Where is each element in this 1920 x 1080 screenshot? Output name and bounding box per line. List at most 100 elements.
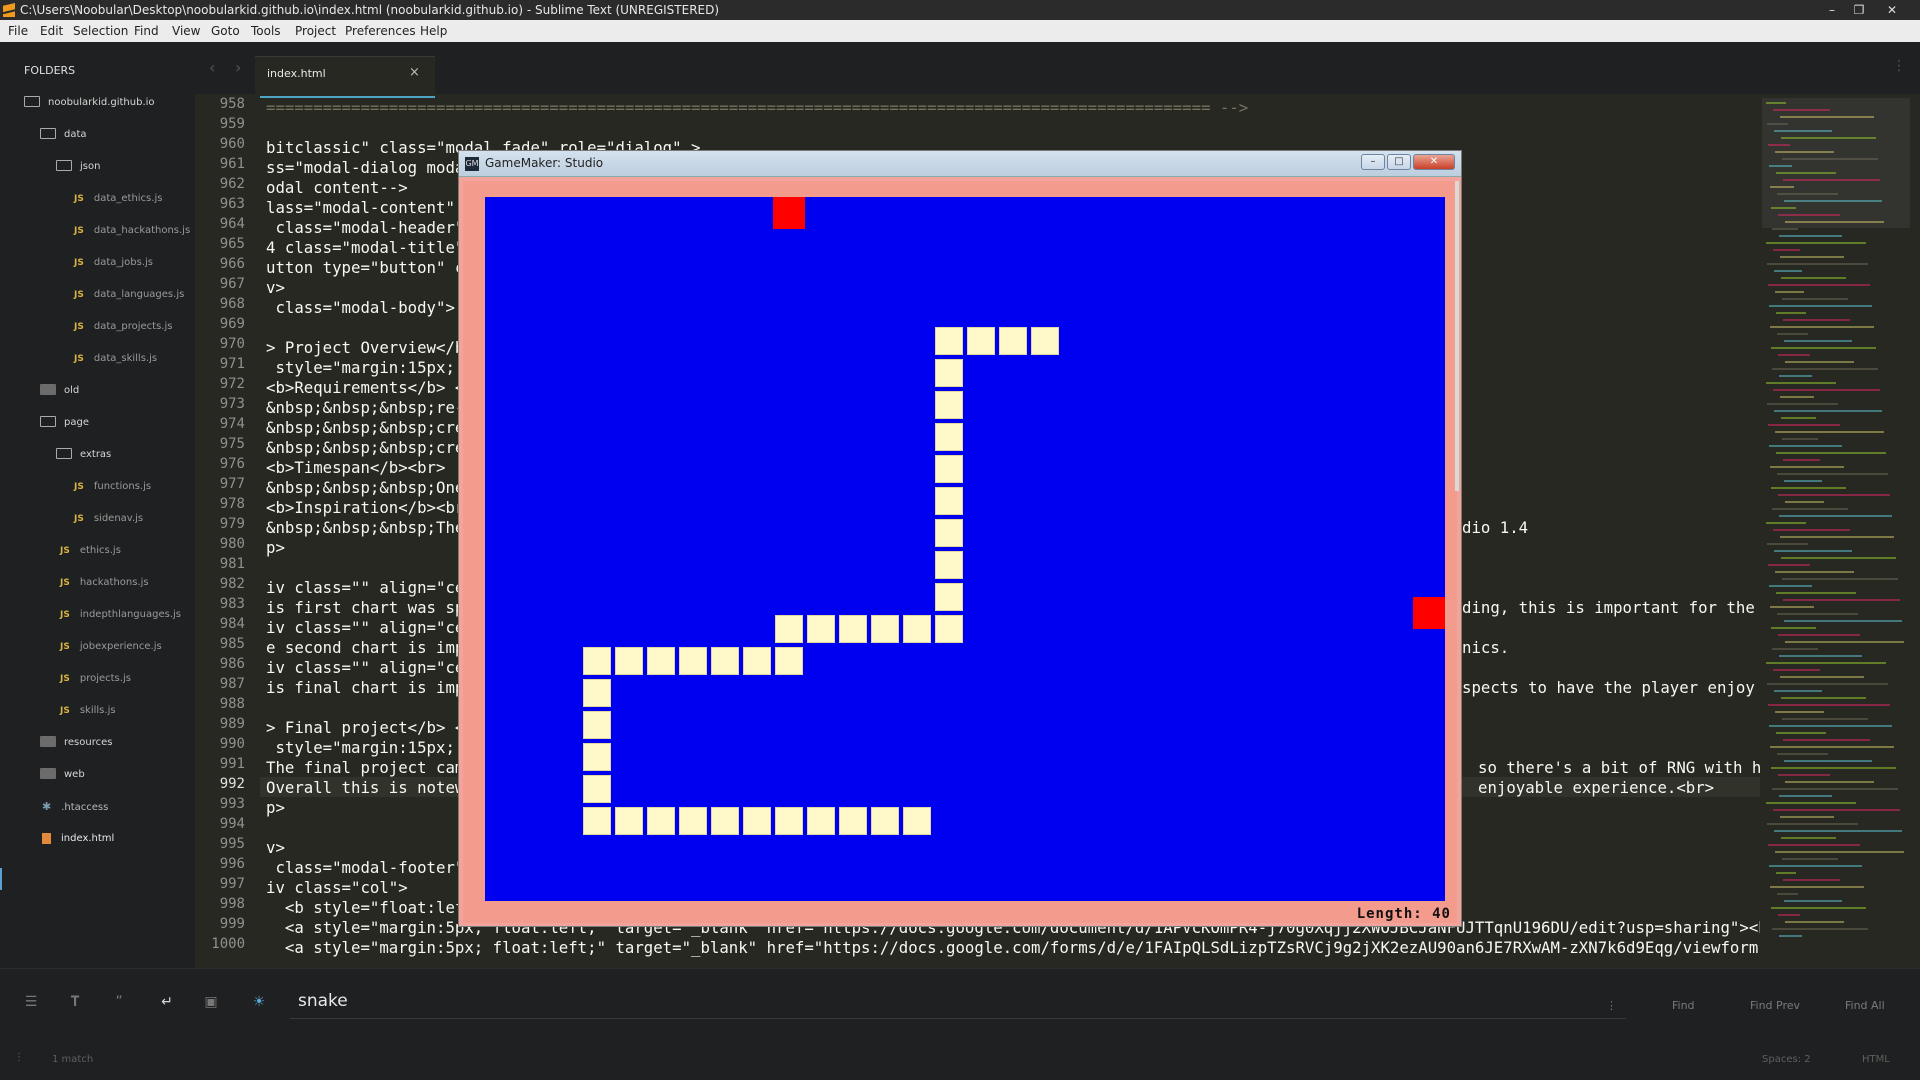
menu-tools[interactable]: Tools — [251, 20, 281, 42]
sidebar-file[interactable]: JS sidenav.js — [74, 510, 143, 528]
minimap-line — [1769, 865, 1862, 867]
sidebar-file[interactable]: ✱ .htaccess — [42, 798, 108, 816]
in-selection-icon[interactable]: ▣ — [200, 991, 222, 1013]
menu-help[interactable]: Help — [420, 20, 447, 42]
sidebar-file[interactable]: JS indepthlanguages.js — [60, 606, 181, 624]
minimap-line — [1781, 417, 1816, 419]
gm-close-button[interactable]: ✕ — [1413, 154, 1455, 170]
tab-index-html[interactable]: index.html × — [255, 56, 435, 98]
sidebar-file[interactable]: JS data_skills.js — [74, 350, 157, 368]
sidebar-folder[interactable]: web — [40, 766, 85, 784]
snake-segment — [935, 615, 963, 643]
snake-segment — [743, 647, 771, 675]
sidebar-folder[interactable]: old — [40, 382, 79, 400]
minimap-line — [1782, 158, 1878, 160]
minimap-line — [1772, 508, 1848, 510]
line-number: 967 — [219, 276, 245, 292]
sidebar-file[interactable]: JS data_languages.js — [74, 286, 184, 304]
sidebar-file[interactable]: JS data_hackathons.js — [74, 222, 190, 240]
menu-file[interactable]: File — [8, 20, 28, 42]
snake-segment — [711, 807, 739, 835]
sidebar-file[interactable]: JS data_ethics.js — [74, 190, 162, 208]
minimap-line — [1777, 893, 1798, 895]
minimap-line — [1773, 669, 1820, 671]
sidebar-file[interactable]: JS ethics.js — [60, 542, 121, 560]
code-line: &nbsp;&nbsp;&nbsp;cre — [266, 418, 465, 437]
minimap-line — [1776, 592, 1856, 594]
minimap-line — [1769, 445, 1842, 447]
line-number: 996 — [219, 856, 245, 872]
sidebar-folder[interactable]: noobularkid.github.io — [24, 94, 155, 112]
line-number: 975 — [219, 436, 245, 452]
code-line: &nbsp;&nbsp;&nbsp;One — [266, 478, 465, 497]
minimize-button[interactable]: – — [1820, 0, 1844, 20]
code-line: <b>Requirements</b> < — [266, 378, 465, 397]
line-number: 972 — [219, 376, 245, 392]
close-button[interactable]: ✕ — [1880, 0, 1904, 20]
minimap-line — [1777, 753, 1828, 755]
sidebar-file[interactable]: JS hackathons.js — [60, 574, 149, 592]
sidebar-folder[interactable]: json — [56, 158, 100, 176]
snake-segment — [967, 327, 995, 355]
sidebar-item-label: data_jobs.js — [93, 257, 153, 268]
sidebar-file[interactable]: JS functions.js — [74, 478, 151, 496]
minimap-line — [1768, 284, 1870, 286]
sidebar-folder[interactable]: extras — [56, 446, 111, 464]
minimap-line — [1767, 123, 1788, 125]
regex-icon[interactable]: ☰ — [20, 991, 42, 1013]
panel-icon[interactable]: ⋮ — [14, 1052, 24, 1063]
snake-segment — [935, 455, 963, 483]
gm-maximize-button[interactable]: □ — [1387, 154, 1411, 170]
minimap-line — [1781, 557, 1896, 559]
wrap-icon[interactable]: ↵ — [156, 991, 178, 1013]
menu-edit[interactable]: Edit — [40, 20, 63, 42]
sidebar-item-label: data_ethics.js — [93, 193, 163, 204]
tab-back-icon[interactable]: ‹ — [209, 58, 215, 77]
minimap-line — [1783, 879, 1840, 881]
find-prev-button[interactable]: Find Prev — [1750, 999, 1800, 1012]
menu-goto[interactable]: Goto — [211, 20, 240, 42]
sidebar-file[interactable]: JS jobexperience.js — [60, 638, 162, 656]
sidebar-file[interactable]: JS data_jobs.js — [74, 254, 153, 272]
restore-button[interactable]: ❐ — [1847, 0, 1871, 20]
find-options-icon[interactable]: ⋮ — [1606, 999, 1617, 1012]
sidebar-file[interactable]: JS projects.js — [60, 670, 131, 688]
whole-word-icon[interactable]: ” — [108, 991, 130, 1013]
find-input[interactable]: snake — [290, 983, 1626, 1019]
gamemaker-window[interactable]: GM GameMaker: Studio – □ ✕ Length: 40 — [458, 150, 1462, 927]
minimap-line — [1784, 900, 1842, 902]
indentation-status[interactable]: Spaces: 2 — [1762, 1054, 1811, 1065]
sidebar-folder[interactable]: page — [40, 414, 89, 432]
tab-forward-icon[interactable]: › — [235, 58, 241, 77]
snake-segment — [775, 615, 803, 643]
menu-find[interactable]: Find — [134, 20, 159, 42]
tab-overflow-icon[interactable]: ⋮ — [1892, 58, 1906, 74]
sidebar-item-label: .htaccess — [61, 802, 109, 813]
sidebar-file[interactable]: JS skills.js — [60, 702, 116, 720]
sidebar-file[interactable]: JS data_projects.js — [74, 318, 172, 336]
minimap-line — [1784, 620, 1902, 622]
snake-segment — [583, 743, 611, 771]
menu-preferences[interactable]: Preferences — [345, 20, 416, 42]
sidebar-folder[interactable]: resources — [40, 734, 112, 752]
game-playfield[interactable] — [485, 197, 1445, 901]
code-line: style="margin:15px; — [266, 358, 465, 377]
line-number: 983 — [219, 596, 245, 612]
menu-project[interactable]: Project — [295, 20, 336, 42]
minimap-line — [1785, 781, 1874, 783]
find-all-button[interactable]: Find All — [1845, 999, 1885, 1012]
menu-selection[interactable]: Selection — [73, 20, 128, 42]
sidebar-folder[interactable]: data — [40, 126, 87, 144]
minimap-line — [1773, 529, 1850, 531]
gm-minimize-button[interactable]: – — [1361, 154, 1385, 170]
tab-close-icon[interactable]: × — [409, 65, 420, 80]
case-icon[interactable]: 𝐓 — [64, 991, 86, 1013]
highlight-icon[interactable]: ☀ — [248, 991, 270, 1013]
syntax-status[interactable]: HTML — [1862, 1054, 1890, 1065]
minimap-line — [1784, 340, 1852, 342]
line-number: 989 — [219, 716, 245, 732]
menu-view[interactable]: View — [172, 20, 200, 42]
sidebar-file-active[interactable]: index.html — [42, 830, 114, 848]
find-button[interactable]: Find — [1672, 999, 1695, 1012]
minimap[interactable] — [1760, 94, 1912, 960]
